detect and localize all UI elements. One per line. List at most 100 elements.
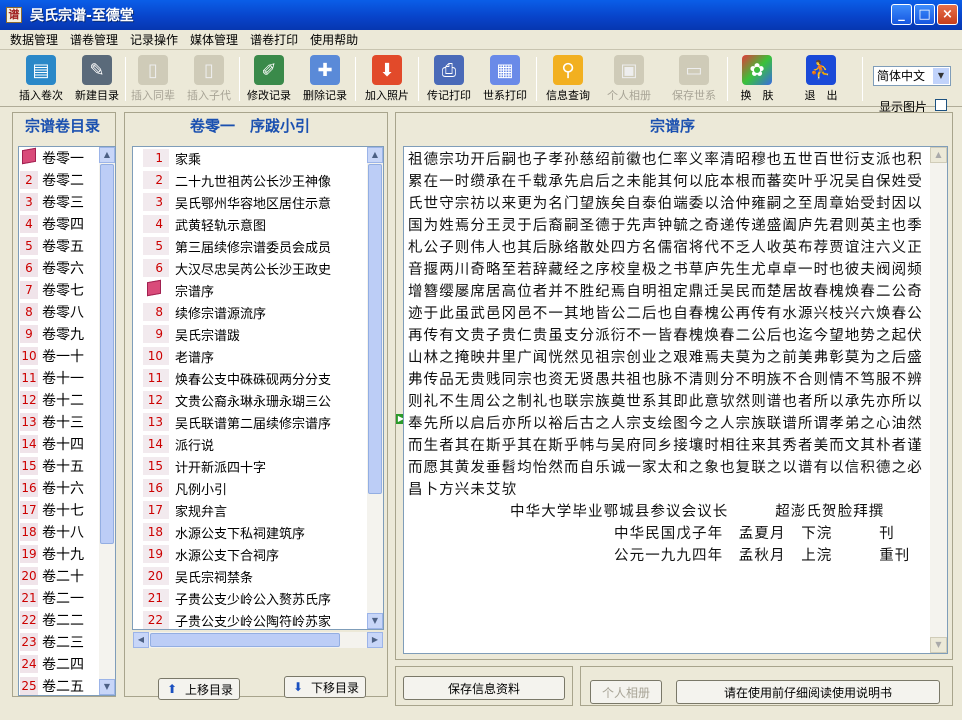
- section-list-hscrollbar[interactable]: ◀ ▶: [133, 632, 383, 648]
- list-item[interactable]: 14 派行说: [133, 433, 383, 455]
- save-lineage-button[interactable]: ▭ 保存世系: [666, 53, 722, 105]
- notebook-icon: ▤: [26, 55, 56, 85]
- list-item[interactable]: 13 吴氏联谱第二届续修宗谱序: [133, 411, 383, 433]
- minimize-button[interactable]: _: [891, 4, 912, 25]
- puzzle-icon: ✚: [310, 55, 340, 85]
- list-item[interactable]: 15 计开新派四十字: [133, 455, 383, 477]
- new-directory-button[interactable]: ✎ 新建目录: [70, 53, 124, 105]
- list-item[interactable]: 16 凡例小引: [133, 477, 383, 499]
- menu-record-operations[interactable]: 记录操作: [124, 31, 184, 48]
- window-title: 吴氏宗谱-至德堂: [30, 8, 134, 24]
- content-title: 宗谱序: [650, 117, 696, 135]
- content-scrollbar[interactable]: ▲ ▼: [930, 147, 947, 653]
- exit-button[interactable]: ⛹ 退 出: [794, 53, 848, 105]
- list-item[interactable]: 12 文贵公裔永琳永珊永瑚三公: [133, 389, 383, 411]
- list-item[interactable]: 11 焕春公支中硃硃砚两分分支: [133, 367, 383, 389]
- list-item[interactable]: 3 吴氏鄂州华容地区居住示意: [133, 191, 383, 213]
- document-icon: ▯: [194, 55, 224, 85]
- paper-roll-icon: ▦: [490, 55, 520, 85]
- scroll-thumb[interactable]: [150, 633, 340, 647]
- save-icon: ▭: [679, 55, 709, 85]
- show-images-checkbox[interactable]: [935, 99, 947, 111]
- insert-volume-button[interactable]: ▤ 插入卷次: [14, 53, 68, 105]
- document-icon: ▯: [138, 55, 168, 85]
- section-list[interactable]: 1 家乘 2 二十九世祖芮公长沙王神像 3 吴氏鄂州华容地区居住示意 4 武黄轻轨示意图…: [132, 146, 384, 630]
- language-select[interactable]: 简体中文 ▼: [873, 66, 951, 86]
- printer-icon: ⎙: [434, 55, 464, 85]
- volume-directory-title: 宗谱卷目录: [25, 117, 101, 135]
- print-lineage-button[interactable]: ▦ 世系打印: [478, 53, 532, 105]
- read-manual-button[interactable]: 请在使用前仔细阅读使用说明书: [676, 680, 940, 704]
- scroll-up-icon[interactable]: ▲: [367, 147, 383, 163]
- title-bar: 谱 吴氏宗谱-至德堂 _ □ ×: [0, 0, 962, 30]
- menu-data-management[interactable]: 数据管理: [4, 31, 64, 48]
- personal-album-bottom-button[interactable]: 个人相册: [590, 680, 662, 704]
- maximize-button[interactable]: □: [914, 4, 935, 25]
- edit-icon: ✐: [254, 55, 284, 85]
- volume-list[interactable]: 卷零一 2 卷零二 3 卷零三 4 卷零四 5 卷零五 6 卷零六 7 卷零七 8 卷零八 9…: [18, 146, 116, 696]
- signature-line-2: 中华民国戊子年 孟夏月 下浣 刊: [614, 526, 895, 542]
- list-item[interactable]: 9 吴氏宗谱跋: [133, 323, 383, 345]
- section-list-scrollbar[interactable]: ▲ ▼: [367, 147, 383, 629]
- list-item[interactable]: 20 吴氏宗祠禁条: [133, 565, 383, 587]
- scroll-down-icon[interactable]: ▼: [930, 637, 947, 653]
- scroll-left-icon[interactable]: ◀: [133, 632, 149, 648]
- list-item[interactable]: 19 水源公支下合祠序: [133, 543, 383, 565]
- move-up-button[interactable]: ⬆ 上移目录: [158, 678, 240, 700]
- list-item[interactable]: 2 二十九世祖芮公长沙王神像: [133, 169, 383, 191]
- signature-line-3: 公元一九九四年 孟秋月 上浣 重刊: [614, 548, 911, 564]
- arrow-down-icon: ⬇: [292, 680, 304, 694]
- chevron-down-icon: ▼: [933, 68, 949, 84]
- insert-child-button[interactable]: ▯ 插入子代: [182, 53, 236, 105]
- menu-help[interactable]: 使用帮助: [304, 31, 364, 48]
- list-item[interactable]: 10 老谱序: [133, 345, 383, 367]
- preface-body: 祖德宗功开后嗣也子孝孙慈绍前徽也仁率义率清昭穆也五世百世衍支派也积累在一时缵承在…: [408, 152, 923, 498]
- list-item[interactable]: 17 家规弁言: [133, 499, 383, 521]
- content-text[interactable]: 祖德宗功开后嗣也子孝孙慈绍前徽也仁率义率清昭穆也五世百世衍支派也积累在一时缵承在…: [403, 146, 948, 654]
- book-icon: [20, 147, 38, 167]
- close-button[interactable]: ×: [937, 4, 958, 25]
- download-arrow-icon: ⬇: [372, 55, 402, 85]
- list-item[interactable]: 5 第三届续修宗谱委员会成员: [133, 235, 383, 257]
- signature-line-1: 中华大学毕业鄂城县参议会议长 超澎氏贺脸拜撰: [510, 504, 885, 520]
- scroll-thumb[interactable]: [368, 164, 382, 494]
- runner-icon: ⛹: [806, 55, 836, 85]
- list-item[interactable]: 6 大汉尽忠吴芮公长沙王政史: [133, 257, 383, 279]
- scroll-down-icon[interactable]: ▼: [99, 679, 115, 695]
- palette-icon: ✿: [742, 55, 772, 85]
- change-skin-button[interactable]: ✿ 换 肤: [730, 53, 784, 105]
- list-item[interactable]: 22 子贵公支少岭公陶符岭苏家: [133, 609, 383, 629]
- delete-record-button[interactable]: ✚ 删除记录: [298, 53, 352, 105]
- edit-record-button[interactable]: ✐ 修改记录: [242, 53, 296, 105]
- menu-media-management[interactable]: 媒体管理: [184, 31, 244, 48]
- list-item[interactable]: 21 子贵公支少岭公入赘苏氏序: [133, 587, 383, 609]
- scroll-thumb[interactable]: [100, 164, 114, 544]
- save-info-button[interactable]: 保存信息资料: [403, 676, 565, 700]
- section-index-title: 卷零一 序跋小引: [190, 117, 311, 135]
- list-item[interactable]: 8 续修宗谱源流序: [133, 301, 383, 323]
- insert-sibling-button[interactable]: ▯ 插入同辈: [126, 53, 180, 105]
- scroll-up-icon[interactable]: ▲: [99, 147, 115, 163]
- menu-volume-print[interactable]: 谱卷打印: [244, 31, 304, 48]
- print-biography-button[interactable]: ⎙ 传记打印: [422, 53, 476, 105]
- book-icon: [143, 279, 169, 299]
- list-item-selected[interactable]: 宗谱序: [133, 279, 383, 301]
- volume-list-scrollbar[interactable]: ▲ ▼: [99, 147, 115, 695]
- toolbar: ▤ 插入卷次 ✎ 新建目录 ▯ 插入同辈 ▯ 插入子代 ✐ 修改记录 ✚ 删除记…: [0, 51, 962, 107]
- scroll-down-icon[interactable]: ▼: [367, 613, 383, 629]
- scroll-right-icon[interactable]: ▶: [367, 632, 383, 648]
- magnifier-icon: ⚲: [553, 55, 583, 85]
- menu-volume-management[interactable]: 谱卷管理: [64, 31, 124, 48]
- list-item[interactable]: 18 水源公支下私祠建筑序: [133, 521, 383, 543]
- add-photo-button[interactable]: ⬇ 加入照片: [360, 53, 414, 105]
- pen-icon: ✎: [82, 55, 112, 85]
- move-down-button[interactable]: ⬇ 下移目录: [284, 676, 366, 698]
- info-query-button[interactable]: ⚲ 信息查询: [540, 53, 596, 105]
- list-item[interactable]: 4 武黄轻轨示意图: [133, 213, 383, 235]
- personal-album-button[interactable]: ▣ 个人相册: [602, 53, 656, 105]
- list-item[interactable]: 1 家乘: [133, 147, 383, 169]
- scroll-up-icon[interactable]: ▲: [930, 147, 947, 163]
- arrow-up-icon: ⬆: [166, 682, 178, 696]
- menu-bar: 数据管理 谱卷管理 记录操作 媒体管理 谱卷打印 使用帮助: [0, 30, 962, 50]
- app-icon: 谱: [6, 7, 22, 23]
